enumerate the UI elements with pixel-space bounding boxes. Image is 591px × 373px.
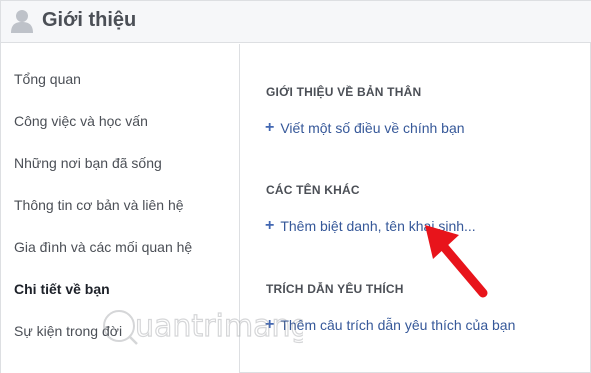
sidebar-item-contact-info[interactable]: Thông tin cơ bản và liên hệ bbox=[14, 196, 184, 214]
add-favorite-quote-label: Thêm câu trích dẫn yêu thích của bạn bbox=[280, 317, 516, 333]
section-title-favorite-quotes: TRÍCH DẪN YÊU THÍCH bbox=[266, 282, 404, 296]
about-header: Giới thiệu bbox=[1, 1, 591, 43]
red-arrow-annotation bbox=[425, 225, 488, 298]
plus-icon: + bbox=[265, 119, 275, 136]
page-title: Giới thiệu bbox=[42, 9, 137, 31]
sidebar-item-places-lived[interactable]: Những nơi bạn đã sống bbox=[14, 154, 162, 172]
sidebar-item-family-relationships[interactable]: Gia đình và các mối quan hệ bbox=[14, 238, 192, 256]
section-title-about-you: GIỚI THIỆU VỀ BẢN THÂN bbox=[266, 85, 422, 99]
section-title-other-names: CÁC TÊN KHÁC bbox=[266, 183, 360, 197]
add-about-you-label: Viết một số điều về chính bạn bbox=[280, 120, 465, 136]
sidebar-item-overview[interactable]: Tổng quan bbox=[14, 70, 81, 88]
sidebar-item-work-education[interactable]: Công việc và học vấn bbox=[14, 112, 148, 130]
watermark-text: uantrimang bbox=[135, 309, 303, 344]
plus-icon: + bbox=[265, 217, 275, 234]
user-silhouette-icon bbox=[11, 9, 33, 33]
add-about-you-link[interactable]: + Viết một số điều về chính bạn bbox=[265, 119, 465, 137]
watermark-logo: uantrimang bbox=[103, 308, 303, 345]
sidebar-item-details-about-you[interactable]: Chi tiết về bạn bbox=[14, 280, 110, 298]
about-panel: Giới thiệu Tổng quan Công việc và học vấ… bbox=[0, 0, 591, 373]
